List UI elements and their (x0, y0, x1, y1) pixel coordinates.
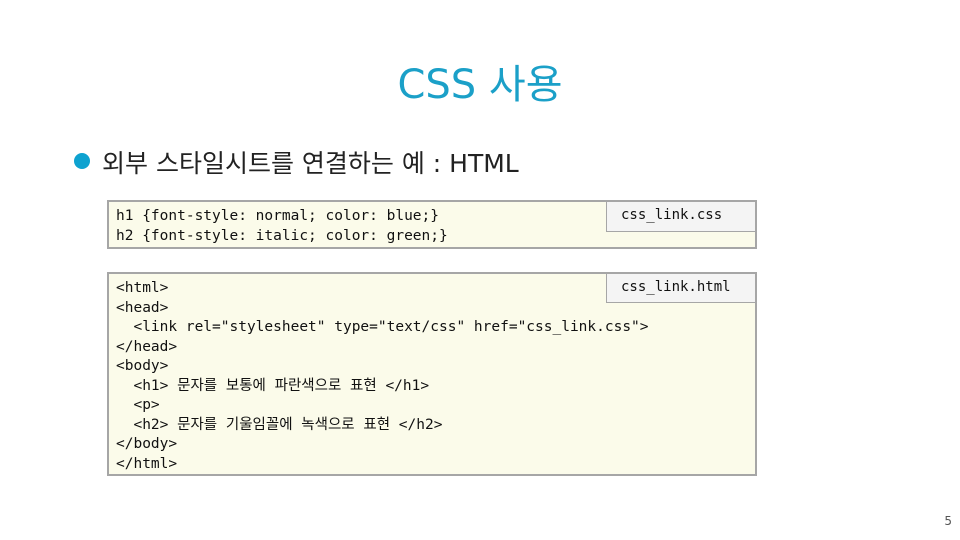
html-code-box: <html> <head> <link rel="stylesheet" typ… (107, 272, 757, 476)
css-code-box: h1 {font-style: normal; color: blue;} h2… (107, 200, 757, 249)
bullet-text: 외부 스타일시트를 연결하는 예 : HTML (102, 149, 519, 178)
page-number: 5 (944, 514, 952, 528)
css-code: h1 {font-style: normal; color: blue;} h2… (116, 208, 448, 244)
slide-title: CSS 사용 (397, 62, 563, 108)
html-filename-label: css_link.html (606, 274, 755, 303)
css-filename-label: css_link.css (606, 202, 755, 232)
html-code: <html> <head> <link rel="stylesheet" typ… (116, 280, 649, 472)
bullet-dot-icon (74, 153, 90, 169)
